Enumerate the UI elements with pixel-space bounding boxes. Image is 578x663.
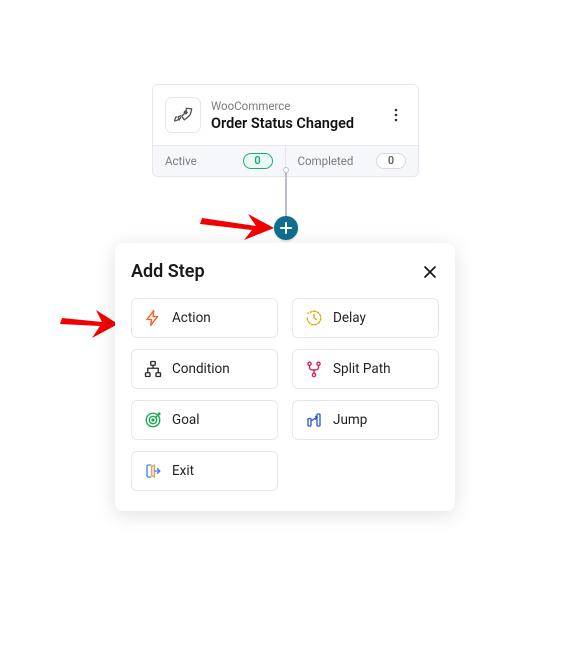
trigger-header: WooCommerce Order Status Changed [153, 85, 418, 145]
step-option-label: Action [172, 310, 211, 326]
step-option-label: Delay [333, 310, 366, 326]
jump-icon [305, 411, 323, 429]
step-option-label: Jump [333, 412, 367, 428]
step-option-condition[interactable]: Condition [131, 349, 278, 389]
sitemap-icon [144, 360, 162, 378]
stat-completed[interactable]: Completed 0 [286, 146, 419, 176]
step-option-label: Exit [172, 463, 194, 479]
stat-active[interactable]: Active 0 [153, 146, 286, 176]
step-option-action[interactable]: Action [131, 298, 278, 338]
step-option-jump[interactable]: Jump [292, 400, 439, 440]
step-option-label: Condition [172, 361, 230, 377]
add-step-button[interactable] [274, 216, 298, 240]
step-option-split[interactable]: Split Path [292, 349, 439, 389]
connector-line [285, 173, 287, 217]
bolt-icon [144, 309, 162, 327]
stat-completed-label: Completed [298, 154, 354, 168]
stat-completed-count: 0 [376, 153, 406, 169]
clock-icon [305, 309, 323, 327]
close-icon[interactable] [421, 263, 439, 281]
kebab-menu-icon[interactable] [384, 107, 408, 123]
step-option-exit[interactable]: Exit [131, 451, 278, 491]
stat-active-count: 0 [243, 153, 273, 169]
plus-icon [280, 219, 292, 238]
stat-active-label: Active [165, 154, 197, 168]
exit-icon [144, 462, 162, 480]
step-option-delay[interactable]: Delay [292, 298, 439, 338]
add-step-panel: Add Step Action [115, 243, 455, 511]
trigger-event-label: Order Status Changed [211, 115, 384, 132]
trigger-app-label: WooCommerce [211, 99, 384, 113]
annotation-arrow-icon [60, 304, 120, 342]
split-icon [305, 360, 323, 378]
step-option-label: Split Path [333, 361, 391, 377]
annotation-arrow-icon [200, 204, 276, 240]
panel-title: Add Step [131, 261, 205, 282]
rocket-icon [165, 97, 201, 133]
step-option-label: Goal [172, 412, 200, 428]
step-option-goal[interactable]: Goal [131, 400, 278, 440]
trigger-card[interactable]: WooCommerce Order Status Changed Active … [152, 84, 419, 177]
target-icon [144, 411, 162, 429]
